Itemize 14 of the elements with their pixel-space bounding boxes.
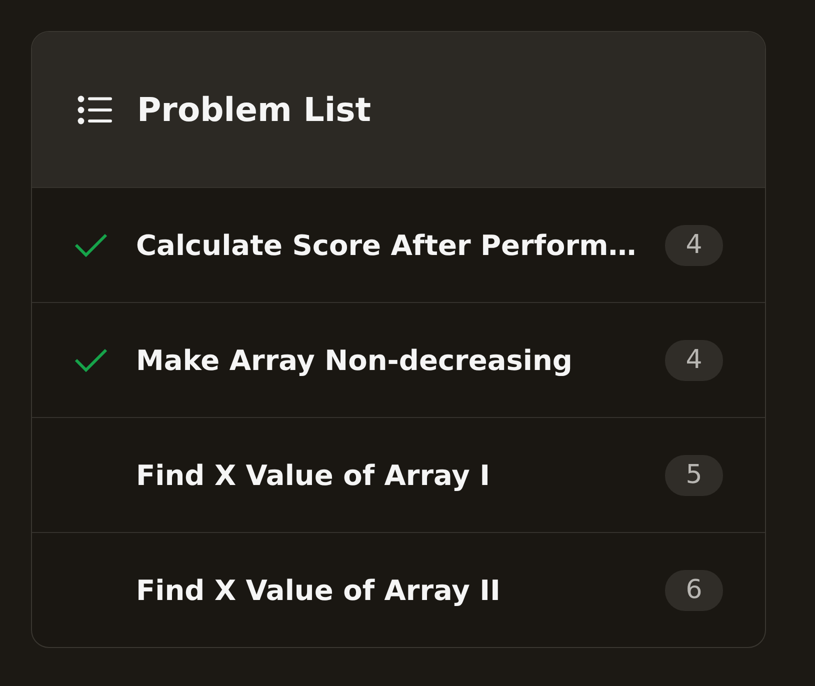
problem-title: Find X Value of Array II <box>136 574 502 606</box>
problem-title: Make Array Non-decreasing <box>136 344 574 376</box>
problem-row[interactable]: Calculate Score After Perform… 4 <box>32 188 765 303</box>
problem-title: Calculate Score After Perform… <box>136 228 638 262</box>
problem-row[interactable]: Make Array Non-decreasing 4 <box>32 303 765 418</box>
count-badge: 4 <box>665 224 723 266</box>
list-icon <box>77 94 113 124</box>
problem-title: Find X Value of Array I <box>136 458 491 492</box>
problem-row[interactable]: Find X Value of Array II 6 <box>32 533 765 647</box>
count-badge: 5 <box>665 454 723 496</box>
count-badge: 6 <box>665 570 723 610</box>
count-badge: 4 <box>665 340 723 380</box>
problem-row[interactable]: Find X Value of Array I 5 <box>32 418 765 533</box>
panel-title: Problem List <box>137 90 372 129</box>
